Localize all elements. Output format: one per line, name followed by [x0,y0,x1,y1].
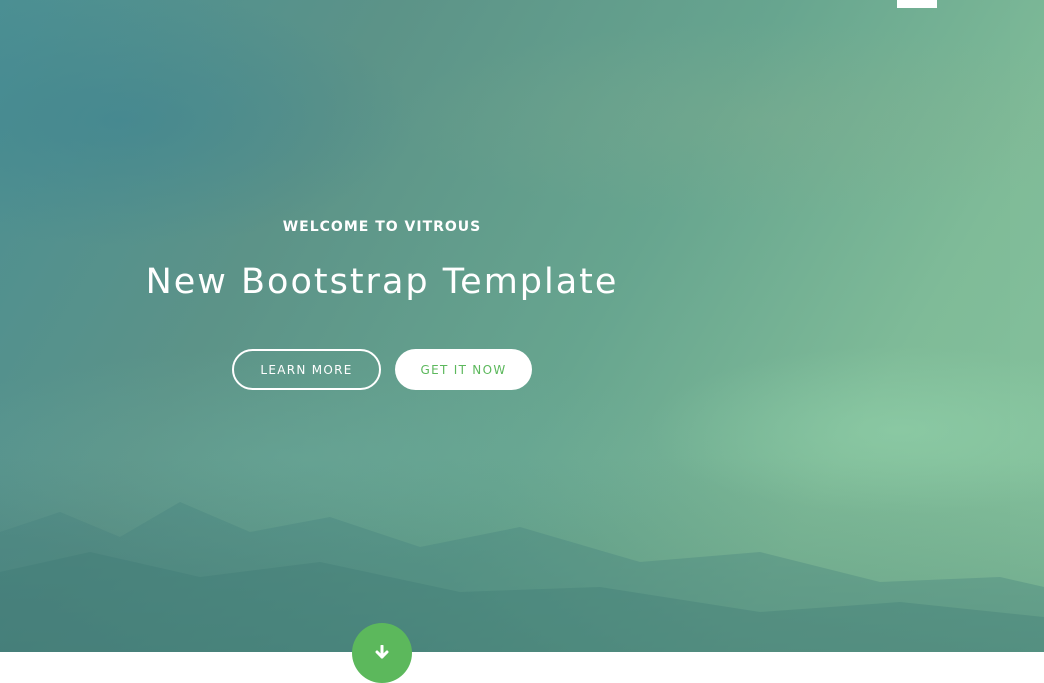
scroll-down-button[interactable] [352,623,412,683]
hero-welcome-text: WELCOME TO VITROUS [282,219,482,235]
learn-more-button[interactable]: LEARN MORE [232,349,381,390]
hero-section: WELCOME TO VITROUS New Bootstrap Templat… [0,0,1044,652]
mountain-silhouette [0,502,1044,652]
get-it-now-button[interactable]: GET IT NOW [395,349,532,390]
hero-headline: New Bootstrap Template [145,262,619,302]
arrow-down-icon [375,645,389,659]
nav-toggle-marker[interactable] [897,0,937,8]
